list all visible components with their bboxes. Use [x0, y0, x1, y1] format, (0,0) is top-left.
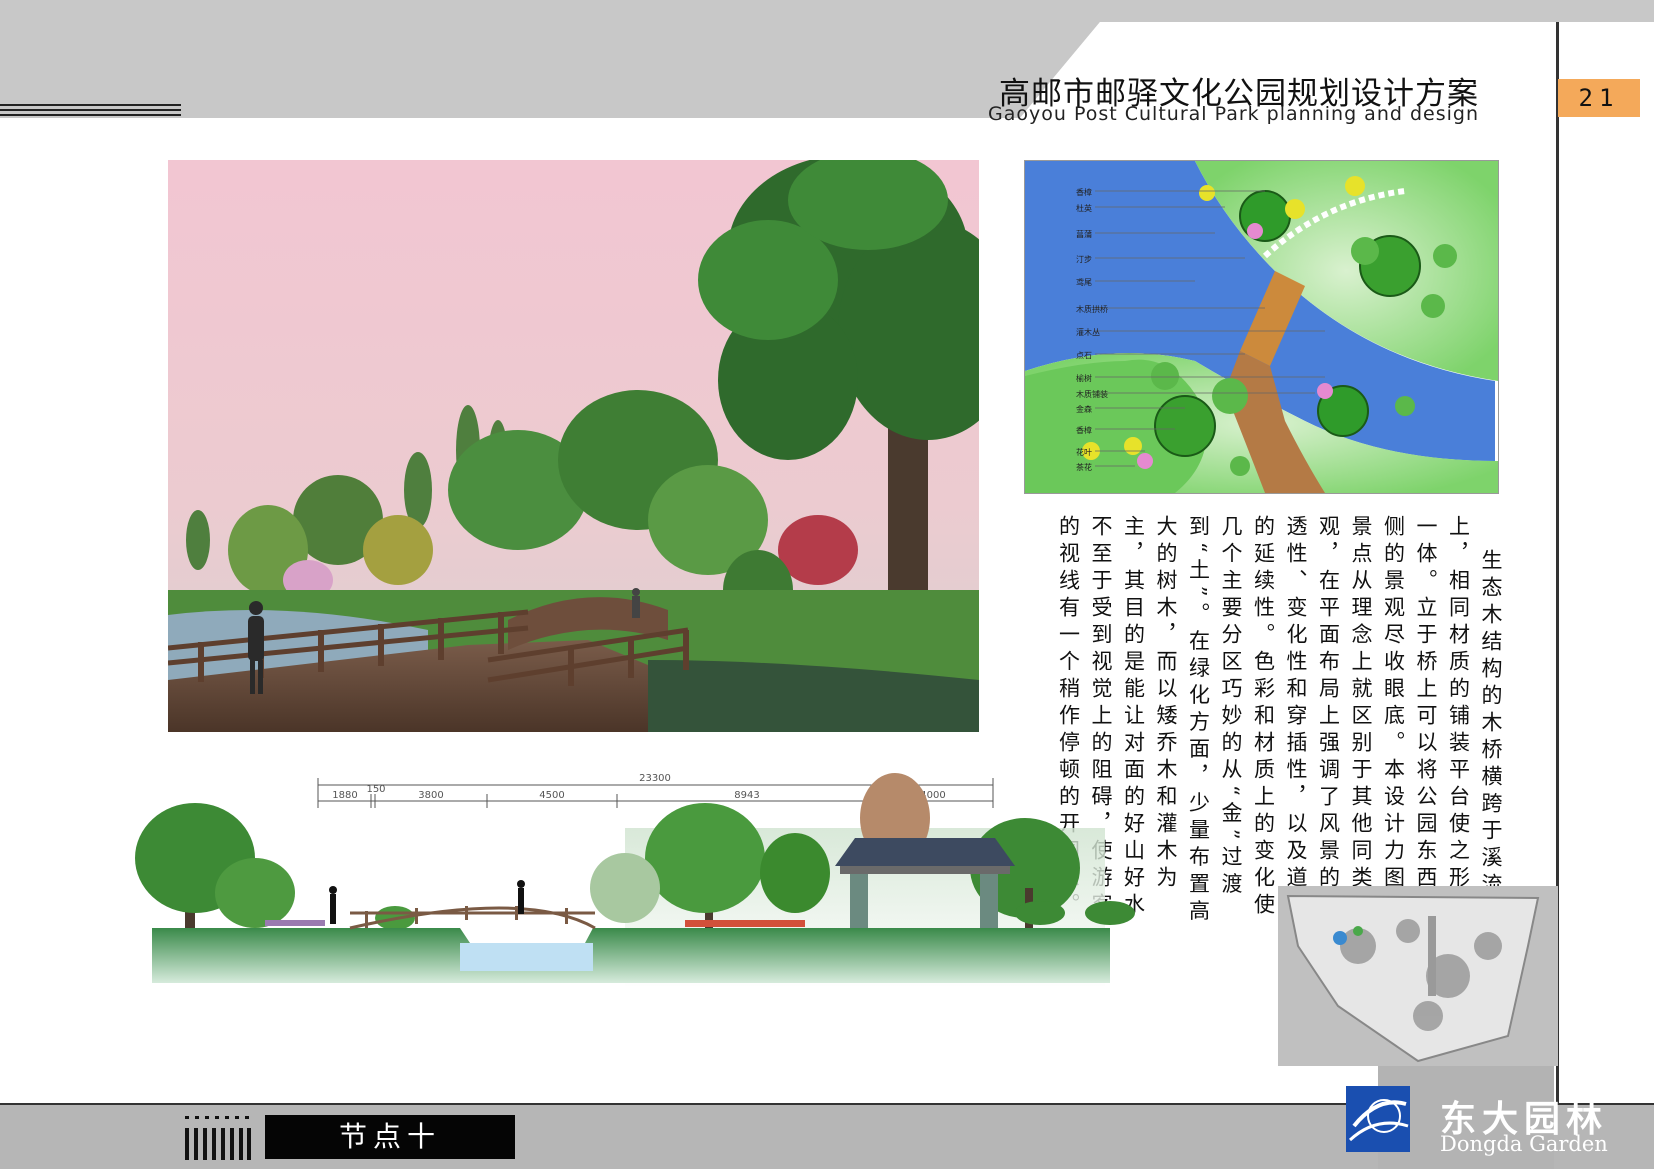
- footer-bars: [185, 1128, 251, 1160]
- brand-logo-icon: [1346, 1086, 1410, 1152]
- footer-dots: [185, 1116, 249, 1119]
- plan-label: 茶花: [1076, 463, 1092, 472]
- plan-label: 花叶: [1076, 448, 1092, 457]
- plan-label: 金森: [1076, 405, 1092, 414]
- plan-label: 点石: [1076, 351, 1092, 360]
- page-number: 21: [1558, 79, 1640, 117]
- location-minimap: [1278, 886, 1558, 1066]
- plan-label: 香樟: [1076, 188, 1092, 197]
- dimension-segment: 3800: [418, 790, 443, 801]
- dimension-total: 23300: [639, 773, 671, 784]
- brand-name-en: Dongda Garden: [1440, 1132, 1608, 1156]
- park-render-image: [168, 160, 979, 732]
- dimension-segment: 4500: [539, 790, 564, 801]
- page-title-en: Gaoyou Post Cultural Park planning and d…: [988, 103, 1479, 125]
- plan-label: 木质铺装: [1076, 390, 1108, 399]
- plan-label: 榆树: [1076, 374, 1092, 383]
- plan-label: 汀步: [1076, 255, 1092, 264]
- dimension-segment: 8943: [734, 790, 759, 801]
- plan-label: 木质拱桥: [1076, 305, 1108, 314]
- site-plan: 香樟 杜英 菖蒲 汀步 鸢尾 木质拱桥 灌木丛 点石 榆树 木质铺装 金森 香樟…: [1024, 160, 1499, 494]
- dimension-segment: 150: [366, 784, 385, 795]
- plan-label: 菖蒲: [1076, 230, 1092, 239]
- section-elevation: 23300 1880 150 3800 4500 8943 4000: [135, 773, 1135, 988]
- plan-label: 杜英: [1076, 204, 1092, 213]
- node-label: 节点十: [265, 1115, 515, 1159]
- dimension-segment: 1880: [332, 790, 357, 801]
- plan-label: 灌木丛: [1076, 328, 1100, 337]
- plan-label: 鸢尾: [1076, 278, 1092, 287]
- plan-label: 香樟: [1076, 426, 1092, 435]
